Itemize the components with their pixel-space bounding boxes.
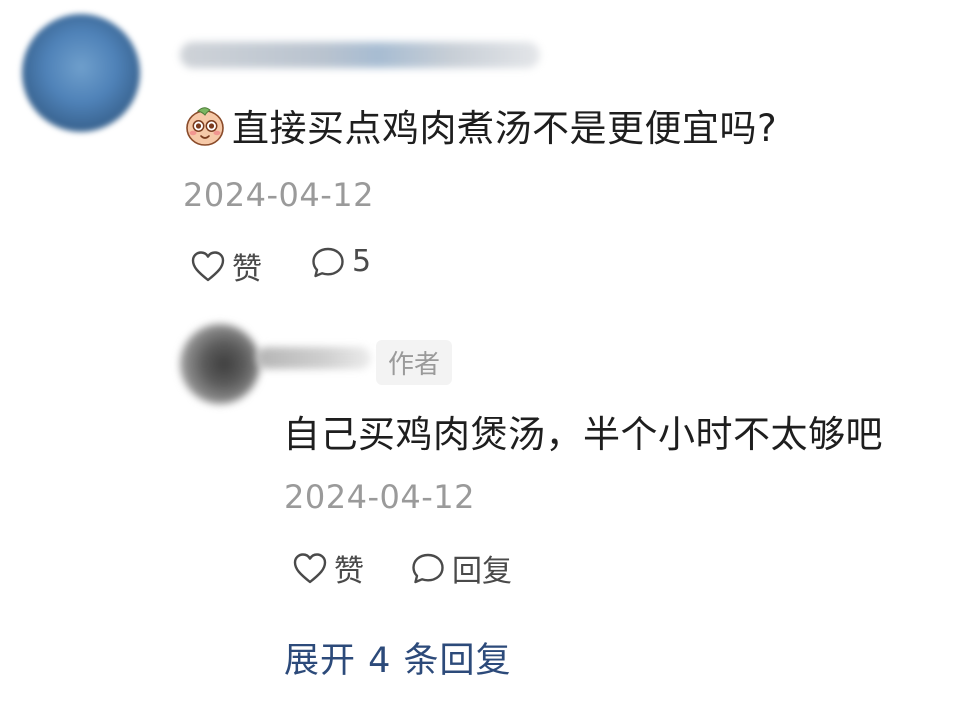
reply-username-blurred[interactable] xyxy=(256,347,371,369)
reply-date: 2024-04-12 xyxy=(284,478,475,516)
reply-button[interactable]: 回复 xyxy=(410,546,512,590)
comment-bubble-icon xyxy=(312,247,344,277)
like-label: 赞 xyxy=(232,252,262,287)
like-label: 赞 xyxy=(334,554,364,589)
like-button[interactable]: 赞 xyxy=(190,244,262,288)
comment-body: 直接买点鸡肉煮汤不是更便宜吗? xyxy=(232,107,778,150)
reply-text: 自己买鸡肉煲汤，半个小时不太够吧 xyxy=(283,413,883,456)
reply-avatar[interactable] xyxy=(180,324,260,404)
author-badge: 作者 xyxy=(376,340,453,385)
expand-replies-link[interactable]: 展开 4 条回复 xyxy=(284,632,512,683)
comment-date: 2024-04-12 xyxy=(183,176,374,214)
reply-label: 回复 xyxy=(452,554,512,589)
heart-icon xyxy=(293,553,327,584)
heart-icon xyxy=(191,251,225,282)
username-blurred[interactable] xyxy=(180,42,540,68)
reply-like-button[interactable]: 赞 xyxy=(292,546,364,590)
comment-bubble-icon xyxy=(412,553,444,584)
reply-count: 5 xyxy=(352,244,372,279)
peach-face-emoji-icon xyxy=(186,107,224,146)
avatar[interactable] xyxy=(22,14,140,132)
reply-count-button[interactable]: 5 xyxy=(310,244,371,279)
comment-text: 直接买点鸡肉煮汤不是更便宜吗? xyxy=(182,100,777,150)
